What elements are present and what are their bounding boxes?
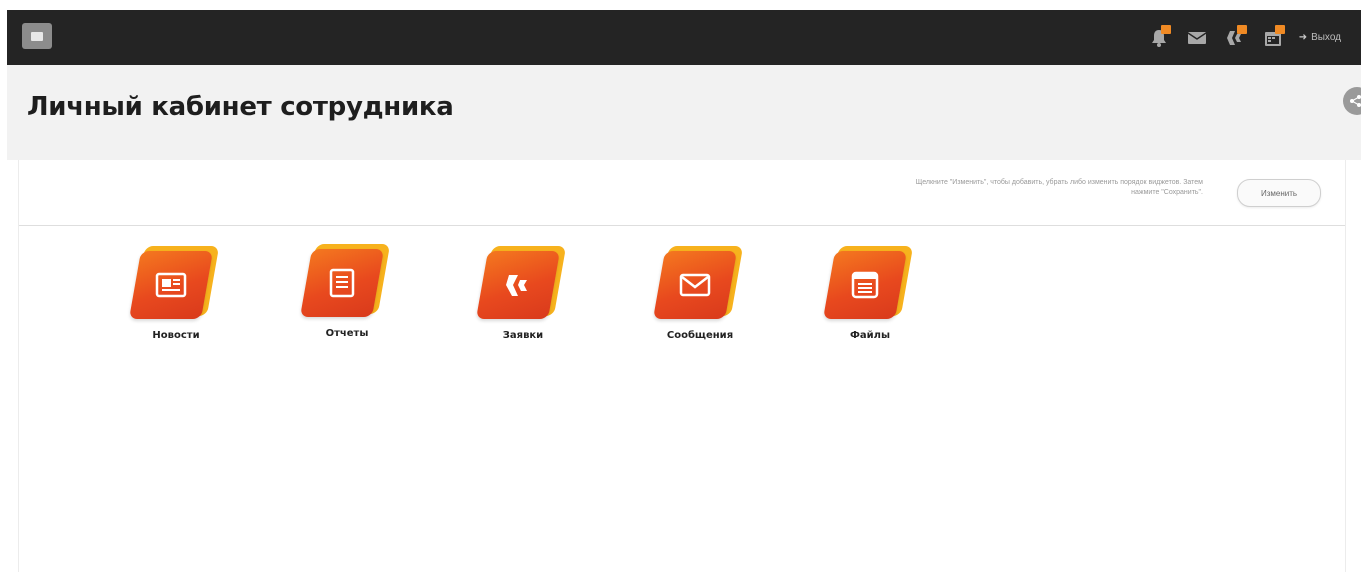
- share-icon: [1350, 95, 1361, 107]
- requests-badge: [1236, 24, 1247, 34]
- panel-toolbar: Щелкните "Изменить", чтобы добавить, убр…: [19, 160, 1345, 226]
- top-bar-actions: ➜ Выход: [1147, 10, 1341, 65]
- files-icon: [851, 271, 879, 299]
- envelope-icon: [679, 273, 711, 297]
- tile-messages[interactable]: Сообщения: [640, 246, 760, 341]
- tile-requests-label: Заявки: [502, 330, 544, 341]
- newspaper-icon: [155, 272, 187, 298]
- messages-button[interactable]: [1185, 26, 1209, 50]
- tile-files-label: Файлы: [849, 330, 891, 341]
- tile-requests[interactable]: Заявки: [463, 246, 583, 341]
- notification-badge: [1160, 24, 1171, 34]
- tile-requests-icon-wrap: [476, 246, 567, 322]
- tile-news[interactable]: Новости: [116, 246, 236, 341]
- menu-square-icon: [31, 31, 43, 41]
- logout-label: Выход: [1311, 32, 1341, 43]
- tile-reports[interactable]: Отчеты: [287, 244, 407, 339]
- tile-reports-icon-wrap: [300, 244, 391, 320]
- share-button[interactable]: [1343, 87, 1361, 115]
- app-window: ➜ Выход Личный кабинет сотрудника Щелкни…: [0, 0, 1361, 572]
- requests-button[interactable]: [1223, 24, 1247, 50]
- requests-icon: [506, 275, 527, 296]
- tile-news-label: Новости: [152, 330, 200, 341]
- tile-reports-label: Отчеты: [325, 328, 369, 339]
- top-bar: ➜ Выход: [7, 10, 1361, 65]
- tile-messages-label: Сообщения: [666, 330, 734, 341]
- change-button[interactable]: Изменить: [1237, 179, 1321, 207]
- report-icon: [329, 268, 355, 298]
- mail-icon: [1187, 31, 1207, 44]
- calendar-badge: [1274, 24, 1285, 34]
- logout-icon: ➜: [1298, 32, 1308, 43]
- tile-files-icon-wrap: [823, 246, 914, 322]
- menu-button[interactable]: [22, 23, 52, 49]
- page-title: Личный кабинет сотрудника: [27, 92, 454, 122]
- tile-news-icon-wrap: [129, 246, 220, 322]
- logout-link[interactable]: ➜ Выход: [1299, 32, 1341, 43]
- calendar-button[interactable]: [1261, 24, 1285, 50]
- widgets-panel: Щелкните "Изменить", чтобы добавить, убр…: [18, 160, 1346, 572]
- edit-hint: Щелкните "Изменить", чтобы добавить, убр…: [915, 179, 1203, 196]
- page-header: Личный кабинет сотрудника: [7, 65, 1361, 160]
- tile-files[interactable]: Файлы: [810, 246, 930, 341]
- tile-messages-icon-wrap: [653, 246, 744, 322]
- notifications-button[interactable]: [1147, 24, 1171, 50]
